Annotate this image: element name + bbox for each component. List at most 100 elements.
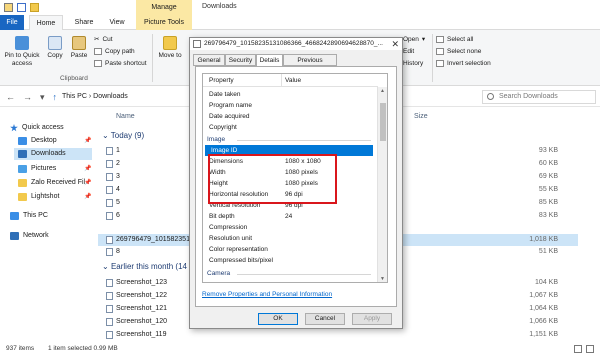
back-arrow-icon[interactable]: ←	[6, 92, 15, 103]
file-icon	[106, 173, 113, 181]
star-icon	[10, 124, 18, 132]
property-row[interactable]: Copyright	[203, 122, 378, 133]
recent-locations-chevron-icon[interactable]: ▾	[40, 92, 45, 103]
scroll-down-arrow-icon[interactable]: ▼	[380, 276, 385, 282]
tab-file[interactable]: File	[0, 15, 24, 30]
properties-check-icon[interactable]	[17, 3, 26, 12]
property-key: Color representation	[209, 246, 268, 253]
file-size: 1,067 KB	[529, 292, 558, 299]
scroll-up-arrow-icon[interactable]: ▲	[380, 88, 385, 94]
cut-button[interactable]: ✂ Cut	[94, 35, 113, 44]
pin-icon: 📌	[84, 166, 92, 172]
nav-desktop[interactable]: Desktop	[18, 135, 57, 147]
dialog-title: 269796479_10158235131086366_466824289069…	[204, 40, 383, 47]
breadcrumb-downloads[interactable]: Downloads	[93, 93, 128, 100]
tab-security[interactable]: Security	[225, 54, 256, 66]
paste-shortcut-button[interactable]: Paste shortcut	[94, 59, 147, 68]
open-button[interactable]: Open ▾	[403, 35, 425, 44]
large-icons-view-icon[interactable]	[586, 345, 594, 353]
cancel-button[interactable]: Cancel	[305, 313, 345, 325]
select-none-button[interactable]: Select none	[436, 47, 481, 56]
breadcrumb-this-pc[interactable]: This PC	[62, 93, 87, 100]
new-folder-icon[interactable]	[30, 3, 39, 12]
property-row[interactable]: Bit depth 24	[203, 211, 378, 222]
copy-button[interactable]: Copy	[44, 36, 66, 60]
edit-label: Edit	[403, 48, 415, 55]
nav-this-pc[interactable]: This PC	[10, 210, 48, 222]
paste-button[interactable]: Paste	[68, 36, 90, 60]
property-row[interactable]: Vertical resolution 96 dpi	[203, 200, 378, 211]
property-row[interactable]: Compressed bits/pixel	[203, 255, 378, 266]
property-key: Dimensions	[209, 158, 243, 165]
edit-button[interactable]: Edit	[403, 47, 414, 56]
move-to-label: Move to	[158, 52, 182, 59]
nav-quick-access[interactable]: Quick access	[10, 122, 64, 134]
folder-icon	[18, 193, 27, 201]
file-size: 93 KB	[538, 147, 558, 154]
column-divider[interactable]	[281, 74, 282, 87]
nav-zalo-received-files[interactable]: Zalo Received Fil	[18, 177, 85, 189]
move-to-button[interactable]: Move to	[156, 36, 184, 60]
section-header-camera: Camera	[203, 268, 378, 279]
property-list[interactable]: Property Value Date taken Program name D…	[202, 73, 388, 283]
selection-info: 1 item selected 0.99 MB	[48, 345, 118, 352]
column-header-name[interactable]: Name	[116, 113, 135, 120]
copy-path-button[interactable]: Copy path	[94, 47, 135, 56]
file-size: 85 KB	[538, 199, 558, 206]
remove-properties-link[interactable]: Remove Properties and Personal Informati…	[202, 291, 332, 298]
vertical-scrollbar[interactable]: ▲ ▼	[377, 87, 387, 282]
nav-pictures[interactable]: Pictures	[18, 163, 56, 175]
file-size: 1,066 KB	[529, 318, 558, 325]
property-row[interactable]: Program name	[203, 100, 378, 111]
nav-downloads[interactable]: Downloads	[14, 148, 92, 160]
invert-selection-button[interactable]: Invert selection	[436, 59, 491, 68]
breadcrumb[interactable]: This PC › Downloads	[62, 90, 192, 104]
file-name: Screenshot_123	[116, 279, 167, 286]
search-input[interactable]: Search Downloads	[482, 90, 596, 104]
file-size: 51 KB	[538, 248, 558, 255]
tab-picture-tools[interactable]: Picture Tools	[136, 15, 192, 30]
property-row[interactable]: Date taken	[203, 89, 378, 100]
file-icon	[106, 279, 113, 287]
details-view-icon[interactable]	[574, 345, 582, 353]
nav-network[interactable]: Network	[10, 230, 49, 242]
file-name: 5	[116, 199, 120, 206]
scroll-thumb[interactable]	[380, 103, 386, 141]
column-header-size[interactable]: Size	[414, 113, 428, 120]
file-size: 104 KB	[535, 279, 558, 286]
property-row[interactable]: Color representation	[203, 244, 378, 255]
property-row[interactable]: Width 1080 pixels	[203, 167, 378, 178]
close-icon[interactable]: ✕	[391, 38, 399, 50]
select-all-button[interactable]: Select all	[436, 35, 473, 44]
apply-button[interactable]: Apply	[352, 313, 392, 325]
tab-view[interactable]: View	[104, 15, 130, 30]
file-row[interactable]: Screenshot_119 1,151 KB	[98, 329, 578, 341]
group-header-earlier-this-month[interactable]: ⌄ Earlier this month (14	[102, 262, 187, 271]
tab-previous-versions[interactable]: Previous Versions	[283, 54, 337, 75]
tab-share[interactable]: Share	[70, 15, 98, 30]
history-button[interactable]: History	[403, 59, 423, 68]
forward-arrow-icon[interactable]: →	[23, 92, 32, 103]
property-row[interactable]: Dimensions 1080 x 1080	[203, 156, 378, 167]
manage-context-tab[interactable]: Manage	[136, 0, 192, 15]
scissors-icon: ✂	[94, 36, 100, 43]
tab-home[interactable]: Home	[29, 15, 63, 30]
column-header-value[interactable]: Value	[285, 74, 301, 87]
property-key: Bit depth	[209, 213, 235, 220]
file-size: 1,151 KB	[529, 331, 558, 338]
ok-button[interactable]: OK	[258, 313, 298, 325]
property-key: Horizontal resolution	[209, 191, 269, 198]
tab-general[interactable]: General	[193, 54, 225, 66]
property-row-selected[interactable]: Image ID	[205, 145, 373, 156]
column-header-property[interactable]: Property	[209, 74, 234, 87]
property-row[interactable]: Compression	[203, 222, 378, 233]
paste-shortcut-label: Paste shortcut	[105, 60, 147, 67]
property-row[interactable]: Resolution unit	[203, 233, 378, 244]
property-row[interactable]: Date acquired	[203, 111, 378, 122]
pin-to-quick-access-button[interactable]: Pin to Quick access	[2, 36, 42, 68]
group-header-today[interactable]: ⌄ Today (9)	[102, 131, 144, 140]
up-arrow-icon[interactable]: ↑	[53, 92, 58, 103]
property-row[interactable]: Horizontal resolution 96 dpi	[203, 189, 378, 200]
nav-lightshot[interactable]: Lightshot	[18, 191, 59, 203]
property-row[interactable]: Height 1080 pixels	[203, 178, 378, 189]
